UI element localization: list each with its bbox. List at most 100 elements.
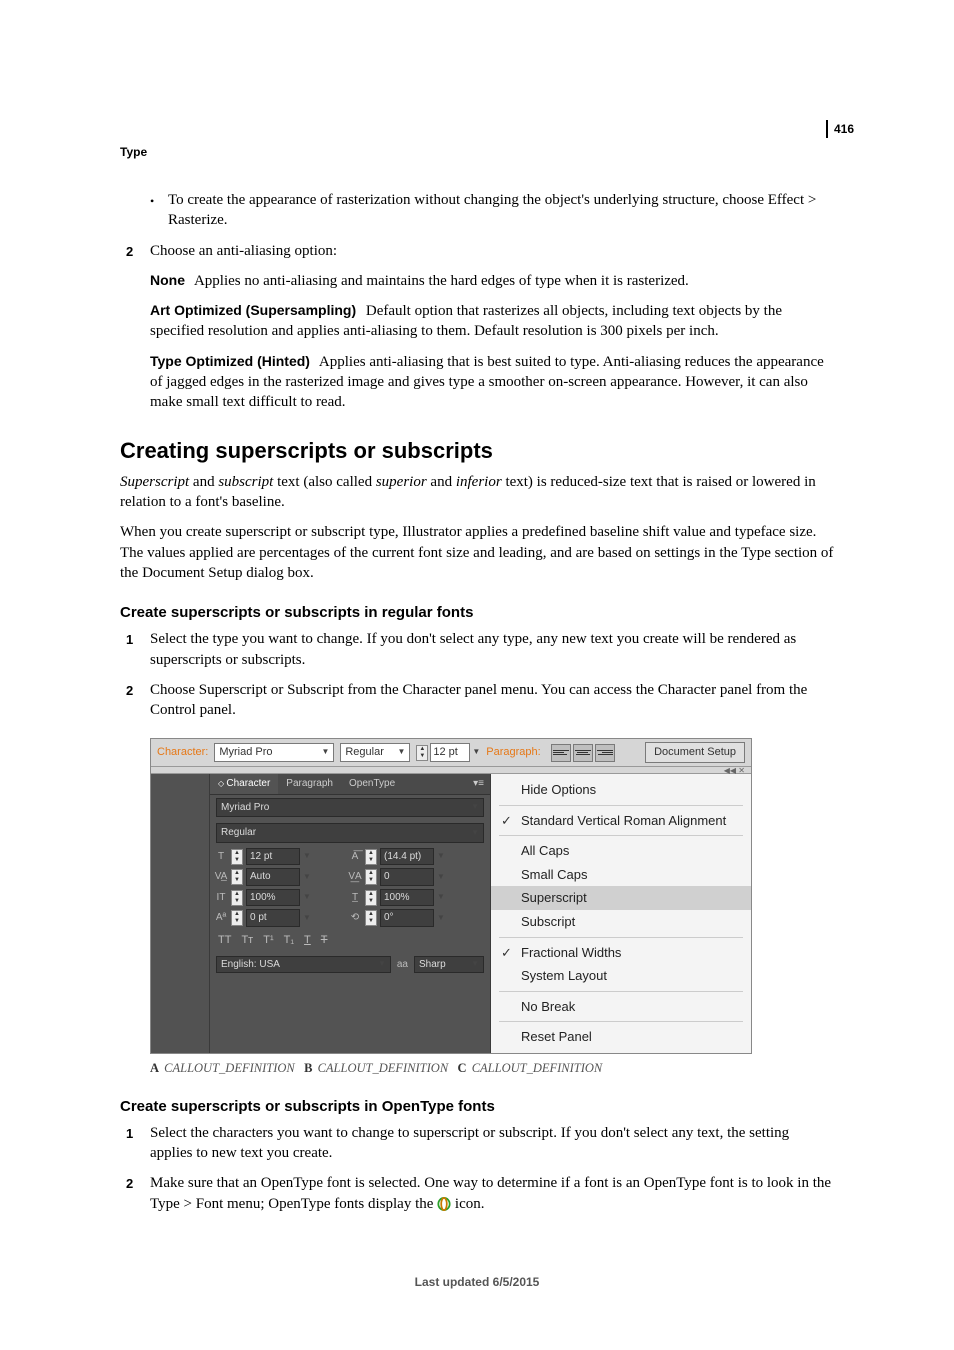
- strikethrough-button[interactable]: T: [321, 933, 328, 948]
- menu-fractional-widths[interactable]: Fractional Widths: [491, 941, 751, 965]
- hscale-field[interactable]: T̲▲▼100%▼: [348, 889, 476, 907]
- chevron-down-icon: ▼: [437, 851, 445, 862]
- character-link[interactable]: Character:: [157, 745, 208, 760]
- stepper-icon[interactable]: ▲▼: [365, 910, 377, 926]
- chevron-down-icon: ▼: [321, 747, 329, 758]
- rotation-icon: ⟲: [348, 911, 362, 925]
- tab-character-label: Character: [226, 778, 270, 789]
- stepper-icon[interactable]: ▲▼: [231, 890, 243, 906]
- step-number: 2: [126, 241, 150, 261]
- character-panel-menu: Hide Options Standard Vertical Roman Ali…: [491, 774, 751, 1052]
- regular-step-1-text: Select the type you want to change. If y…: [150, 629, 834, 670]
- tab-character[interactable]: ◇ Character: [210, 774, 278, 794]
- chevron-down-icon: ▼: [397, 747, 405, 758]
- bullet-icon: •: [150, 190, 168, 231]
- font-style-value: Regular: [345, 745, 384, 760]
- chevron-down-icon: ▼: [378, 959, 386, 970]
- align-right-button[interactable]: [595, 744, 615, 762]
- chevron-down-icon: ▼: [437, 872, 445, 883]
- leading-icon: A͞: [348, 850, 362, 864]
- allcaps-button[interactable]: TT: [218, 933, 231, 948]
- stepper-icon[interactable]: ▲▼: [416, 745, 428, 761]
- paragraph-link[interactable]: Paragraph:: [486, 745, 540, 760]
- term-inferior: inferior: [456, 474, 502, 490]
- menu-separator: [499, 937, 743, 938]
- callout-b-desc: CALLOUT_DEFINITION: [318, 1061, 449, 1075]
- figure-character-panel: Character: Myriad Pro ▼ Regular ▼ ▲▼ 12 …: [150, 738, 834, 1053]
- font-size-value: 12 pt: [433, 745, 457, 760]
- menu-separator: [499, 805, 743, 806]
- smallcaps-button[interactable]: Tᴛ: [241, 933, 253, 948]
- callout-b-label: B: [304, 1061, 312, 1075]
- def-art: Art Optimized (Supersampling) Default op…: [150, 301, 834, 342]
- subscript-button[interactable]: T₁: [284, 933, 294, 948]
- character-panel: ◇ Character Paragraph OpenType ▾≡ Myriad…: [210, 774, 491, 1052]
- menu-hide-options[interactable]: Hide Options: [491, 778, 751, 802]
- step-number: 2: [126, 680, 150, 721]
- chevron-down-icon: ▼: [437, 892, 445, 903]
- antialias-icon: aa: [397, 958, 408, 972]
- t1: and: [189, 474, 218, 490]
- superscript-button[interactable]: T¹: [263, 933, 273, 948]
- stepper-icon[interactable]: ▲▼: [365, 849, 377, 865]
- chevron-down-icon: ▼: [303, 913, 311, 924]
- menu-reset-panel[interactable]: Reset Panel: [491, 1025, 751, 1049]
- stepper-icon[interactable]: ▲▼: [231, 849, 243, 865]
- heading-creating-superscripts: Creating superscripts or subscripts: [120, 436, 834, 466]
- vscale-field[interactable]: IT▲▼100%▼: [214, 889, 342, 907]
- font-size-field[interactable]: T▲▼12 pt▼: [214, 848, 342, 866]
- underline-button[interactable]: T: [304, 933, 311, 948]
- panel-collapse-icon[interactable]: ◀◀ ✕: [724, 766, 745, 777]
- leading-field[interactable]: A͞▲▼(14.4 pt)▼: [348, 848, 476, 866]
- baseline-value: 0 pt: [250, 911, 267, 925]
- opentype-step-2-text-b: icon.: [455, 1196, 485, 1212]
- stepper-icon[interactable]: ▲▼: [231, 910, 243, 926]
- step-2: 2 Choose an anti-aliasing option:: [126, 241, 834, 261]
- term-subscript: subscript: [218, 474, 273, 490]
- kerning-field[interactable]: VA̲▲▼Auto▼: [214, 868, 342, 886]
- tab-opentype[interactable]: OpenType: [341, 774, 403, 794]
- antialias-dropdown[interactable]: Sharp▼: [414, 956, 484, 974]
- menu-system-layout[interactable]: System Layout: [491, 964, 751, 988]
- chevron-down-icon: ▼: [437, 913, 445, 924]
- panel-font-style-dropdown[interactable]: Regular▼: [216, 823, 484, 843]
- chevron-down-icon: ▼: [471, 959, 479, 970]
- chevron-down-icon: ▼: [472, 747, 480, 758]
- font-style-dropdown[interactable]: Regular ▼: [340, 743, 410, 762]
- kerning-icon: VA̲: [214, 870, 228, 884]
- align-left-button[interactable]: [551, 744, 571, 762]
- rotation-field[interactable]: ⟲▲▼0°▼: [348, 909, 476, 927]
- opentype-step-2-text-a: Make sure that an OpenType font is selec…: [150, 1175, 831, 1211]
- tracking-value: 0: [384, 870, 390, 884]
- align-buttons: [551, 744, 615, 762]
- horizontal-scale-icon: T̲: [348, 891, 362, 905]
- kerning-value: Auto: [250, 870, 271, 884]
- menu-subscript[interactable]: Subscript: [491, 910, 751, 934]
- menu-small-caps[interactable]: Small Caps: [491, 863, 751, 887]
- menu-all-caps[interactable]: All Caps: [491, 839, 751, 863]
- font-family-dropdown[interactable]: Myriad Pro ▼: [214, 743, 334, 762]
- tab-paragraph[interactable]: Paragraph: [278, 774, 341, 794]
- baseline-shift-field[interactable]: Aª▲▼0 pt▼: [214, 909, 342, 927]
- menu-standard-vertical-roman-alignment[interactable]: Standard Vertical Roman Alignment: [491, 809, 751, 833]
- stepper-icon[interactable]: ▲▼: [365, 869, 377, 885]
- menu-superscript[interactable]: Superscript: [491, 886, 751, 910]
- stepper-icon[interactable]: ▲▼: [365, 890, 377, 906]
- menu-no-break[interactable]: No Break: [491, 995, 751, 1019]
- callout-c-label: C: [458, 1061, 467, 1075]
- panel-font-family-dropdown[interactable]: Myriad Pro▼: [216, 798, 484, 818]
- opentype-icon: [437, 1197, 451, 1211]
- term-superscript: Superscript: [120, 474, 189, 490]
- type-style-buttons: TT Tᴛ T¹ T₁ T T: [210, 929, 490, 952]
- align-center-button[interactable]: [573, 744, 593, 762]
- regular-step-2: 2 Choose Superscript or Subscript from t…: [126, 680, 834, 721]
- tracking-field[interactable]: V͟A▲▼0▼: [348, 868, 476, 886]
- regular-step-1: 1 Select the type you want to change. If…: [126, 629, 834, 670]
- panel-menu-icon[interactable]: ▾≡: [467, 774, 490, 794]
- font-size-control[interactable]: ▲▼ 12 pt ▼: [416, 743, 480, 762]
- chapter-label: Type: [120, 145, 147, 159]
- document-setup-button[interactable]: Document Setup: [645, 742, 745, 763]
- stepper-icon[interactable]: ▲▼: [231, 869, 243, 885]
- language-dropdown[interactable]: English: USA▼: [216, 956, 391, 974]
- heading-regular-fonts: Create superscripts or subscripts in reg…: [120, 603, 834, 623]
